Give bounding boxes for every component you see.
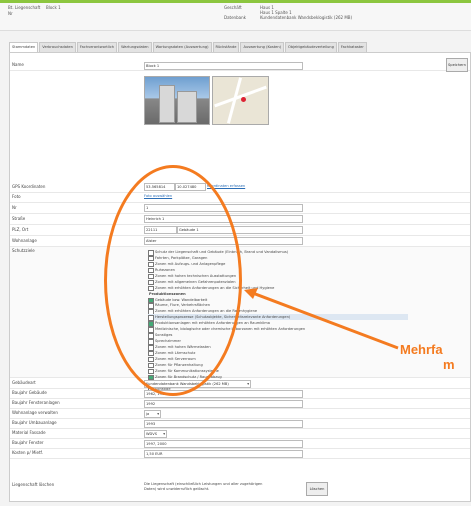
header-right-value3: Kundendatenbank Wandsbeklogistik (262 MB… [260, 15, 353, 20]
building-block-shape [177, 91, 197, 123]
material-label: Material Fassade [12, 430, 46, 435]
fenster-label: Baujahr Fensteranlagen [12, 400, 60, 405]
plz-label: PLZ, Ort [12, 227, 29, 232]
map-pin-icon [241, 97, 246, 102]
header-right-label: Geschäft [224, 5, 242, 10]
liegenschaft-loeschen-label: Liegenschaft löschen [12, 482, 55, 487]
building-photo[interactable] [144, 76, 210, 125]
row-foto: Foto [10, 193, 470, 203]
chevron-down-icon: ▾ [163, 432, 165, 436]
chevron-down-icon: ▾ [157, 412, 159, 416]
baujahr-fenster-label: Baujahr Fenster [12, 440, 44, 445]
delete-note: Die Liegenschaft (einschließlich Leistun… [144, 482, 263, 491]
kosten-input[interactable]: 1,50 EUR [144, 450, 303, 458]
record-header: Bt. Liegenschaft Block 1 Nr Geschäft Hau… [0, 3, 471, 31]
name-input[interactable]: Block 1 [144, 62, 303, 70]
material-select[interactable]: WDVS ▾ [144, 430, 167, 438]
header-left-label2: Nr [8, 11, 13, 16]
name-label: Name [12, 62, 24, 67]
umbau-label: Baujahr Umbauanlage [12, 420, 57, 425]
wohnanlage-art-label: Wohnanlage verwalten [12, 410, 58, 415]
annotation-callout-text2: m [443, 357, 455, 372]
material-select-value: WDVS [146, 432, 157, 436]
umbau-input[interactable]: 1993 [144, 420, 303, 428]
gebaeudeart-label: Gebäudeart [12, 380, 36, 385]
baujahr-label: Baujahr Gebäude [12, 390, 47, 395]
annotation-callout-text: Mehrfa [400, 342, 443, 357]
building-tower-shape [159, 85, 175, 123]
delete-button[interactable]: Löschen [306, 482, 328, 496]
wohnanlage-art-select[interactable]: ja ▾ [144, 410, 161, 418]
foto-label: Foto [12, 194, 21, 199]
header-right-label2: Datenbank [224, 15, 246, 20]
row-material: Material Fassade [10, 429, 470, 439]
chevron-down-icon: ▾ [247, 382, 249, 386]
strasse-label: Straße [12, 216, 26, 221]
map-road [214, 85, 267, 108]
header-left-value: Block 1 [46, 5, 61, 10]
save-button[interactable]: Speichern [446, 58, 468, 72]
kosten-label: Kosten p/ Mietf. [12, 450, 43, 455]
header-left-label: Bt. Liegenschaft [8, 5, 41, 10]
schutzziele-label: Schutzziele [12, 248, 35, 253]
nr-label: Nr [12, 205, 17, 210]
row-wohnanlage-art: Wohnanlage verwalten [10, 409, 470, 419]
annotation-oval [104, 165, 242, 396]
baujahr-fenster-input[interactable]: 1997, 2000 [144, 440, 303, 448]
tab-bar: Stammdaten Verbrauchsdaten Fachverantwor… [9, 42, 367, 53]
wohnanlage-label: Wohnanlage [12, 238, 37, 243]
gps-label: GPS Koordinaten [12, 184, 46, 189]
fenster-input[interactable]: 1992 [144, 400, 303, 408]
wohnanlage-art-select-value: ja [146, 412, 150, 416]
location-map[interactable] [212, 76, 269, 125]
